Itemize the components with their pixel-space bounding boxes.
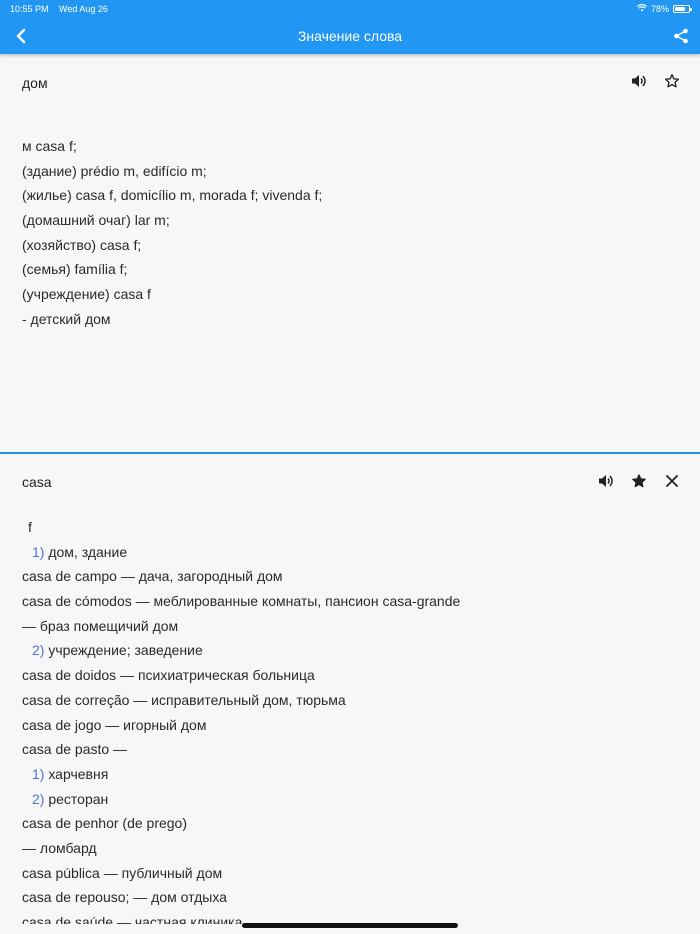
definition-text: м casa f; (здание) prédio m, edifício m; (… xyxy=(22,134,680,332)
definition-line-text: casa de pasto — xyxy=(22,741,128,758)
definition-line-text: casa de repouso; — дом отдыха xyxy=(22,889,227,906)
definition-line: casa de penhor (de prego) xyxy=(22,811,680,836)
entry-pane-top: дом м casa f; (здание) prédio m, edifício… xyxy=(0,54,700,452)
definition-line: casa de repouso; — дом отдыха xyxy=(22,885,680,910)
speaker-button[interactable] xyxy=(630,72,647,89)
speaker-button[interactable] xyxy=(597,472,614,489)
definition-line-text: (жилье) casa f, domicílio m, morada f; v… xyxy=(22,187,323,204)
definition-line: 2) учреждение; заведение xyxy=(22,638,680,663)
battery-percent: 78% xyxy=(650,4,669,14)
app-bar: Значение слова xyxy=(0,18,700,54)
favorite-button[interactable] xyxy=(630,472,647,489)
definition-line-text: учреждение; заведение xyxy=(48,642,203,659)
star-outline-icon xyxy=(664,73,679,87)
definition-line-text: casa de jogo — игорный дом xyxy=(22,716,207,733)
definition-line: casa de jogo — игорный дом xyxy=(22,713,680,738)
definition-line: 1) харчевня xyxy=(22,762,680,787)
definition-line: (домашний очаг) lar m; xyxy=(22,208,680,233)
definition-line-text: casa de penhor (de prego) xyxy=(22,815,187,832)
chevron-left-icon xyxy=(16,28,26,44)
sense-number: 1) xyxy=(32,543,45,560)
share-button[interactable] xyxy=(670,25,692,47)
definition-line: (здание) prédio m, edifício m; xyxy=(22,159,680,184)
definition-line: 2) ресторан xyxy=(22,787,680,812)
status-bar: 10:55 PM Wed Aug 26 78% xyxy=(0,0,700,18)
definition-line-text: casa de campo — дача, загородный дом xyxy=(22,568,283,585)
definition-line-text: casa de correção — исправительный дом, т… xyxy=(22,691,346,708)
entry-headword: дом xyxy=(22,75,48,91)
definition-line-text: casa pública — публичный дом xyxy=(22,864,223,881)
definition-line: casa de doidos — психиатрическая больниц… xyxy=(22,663,680,688)
entry-headword: casa xyxy=(22,474,52,490)
definition-line-text: casa de cómodos — меблированные комнаты,… xyxy=(22,593,461,610)
status-date: Wed Aug 26 xyxy=(59,4,108,14)
definition-line-text: - детский дом xyxy=(22,310,111,327)
favorite-button[interactable] xyxy=(663,72,680,89)
definition-line: casa de pasto — xyxy=(22,737,680,762)
definition-line-text: ресторан xyxy=(48,790,109,807)
definition-line-text: — ломбард xyxy=(22,839,97,856)
definition-line-text: (хозяйство) casa f; xyxy=(22,236,142,253)
definition-line-text: харчевня xyxy=(48,765,109,782)
definition-line: casa de cómodos — меблированные комнаты,… xyxy=(22,589,680,614)
battery-fill xyxy=(675,7,686,11)
sense-number: 2) xyxy=(32,642,45,659)
page-title: Значение слова xyxy=(297,28,403,44)
close-button[interactable] xyxy=(663,472,680,489)
sense-number: 2) xyxy=(32,790,45,807)
definition-line: (учреждение) casa f xyxy=(22,282,680,307)
speaker-icon xyxy=(631,74,646,87)
definition-line: - детский дом xyxy=(22,307,680,332)
definition-line: — ломбард xyxy=(22,836,680,861)
definition-line: (семья) família f; xyxy=(22,257,680,282)
definition-line: casa de saúde — частная клиника xyxy=(22,910,680,924)
definition-line-text: дом, здание xyxy=(48,543,128,560)
definition-line: casa pública — публичный дом xyxy=(22,861,680,886)
star-filled-icon xyxy=(631,473,646,487)
entry-pane-bottom: casa f 1) дом, здание casa de campo — дача… xyxy=(0,454,700,924)
home-indicator[interactable] xyxy=(242,923,458,928)
battery-icon xyxy=(673,5,692,13)
wifi-icon xyxy=(636,4,648,14)
definition-line: — браз помещичий дом xyxy=(22,614,680,639)
definition-line-text: (учреждение) casa f xyxy=(22,286,151,303)
definition-line-text: casa de saúde — частная клиника xyxy=(22,914,243,924)
definition-line-text: — браз помещичий дом xyxy=(22,617,179,634)
definition-line-text: casa de doidos — психиатрическая больниц… xyxy=(22,667,315,684)
share-icon xyxy=(674,28,688,44)
definition-line: f xyxy=(22,515,680,540)
definition-line: (жилье) casa f, domicílio m, morada f; v… xyxy=(22,183,680,208)
definition-line-text: (здание) prédio m, edifício m; xyxy=(22,162,207,179)
sense-number: 1) xyxy=(32,765,45,782)
definition-line-text: м casa f; xyxy=(22,138,77,154)
back-button[interactable] xyxy=(10,25,32,47)
close-icon xyxy=(665,474,678,487)
definition-line: casa de correção — исправительный дом, т… xyxy=(22,688,680,713)
definition-line: м casa f; xyxy=(22,134,680,159)
definition-text: f 1) дом, здание casa de campo — дача, заг… xyxy=(22,515,680,924)
status-time: 10:55 PM xyxy=(10,4,49,14)
definition-line: 1) дом, здание xyxy=(22,540,680,565)
definition-line: (хозяйство) casa f; xyxy=(22,233,680,258)
definition-line-text: f xyxy=(28,519,32,535)
definition-line-text: (семья) família f; xyxy=(22,261,128,278)
speaker-icon xyxy=(598,474,613,487)
definition-line: casa de campo — дача, загородный дом xyxy=(22,564,680,589)
definition-line-text: (домашний очаг) lar m; xyxy=(22,212,170,229)
